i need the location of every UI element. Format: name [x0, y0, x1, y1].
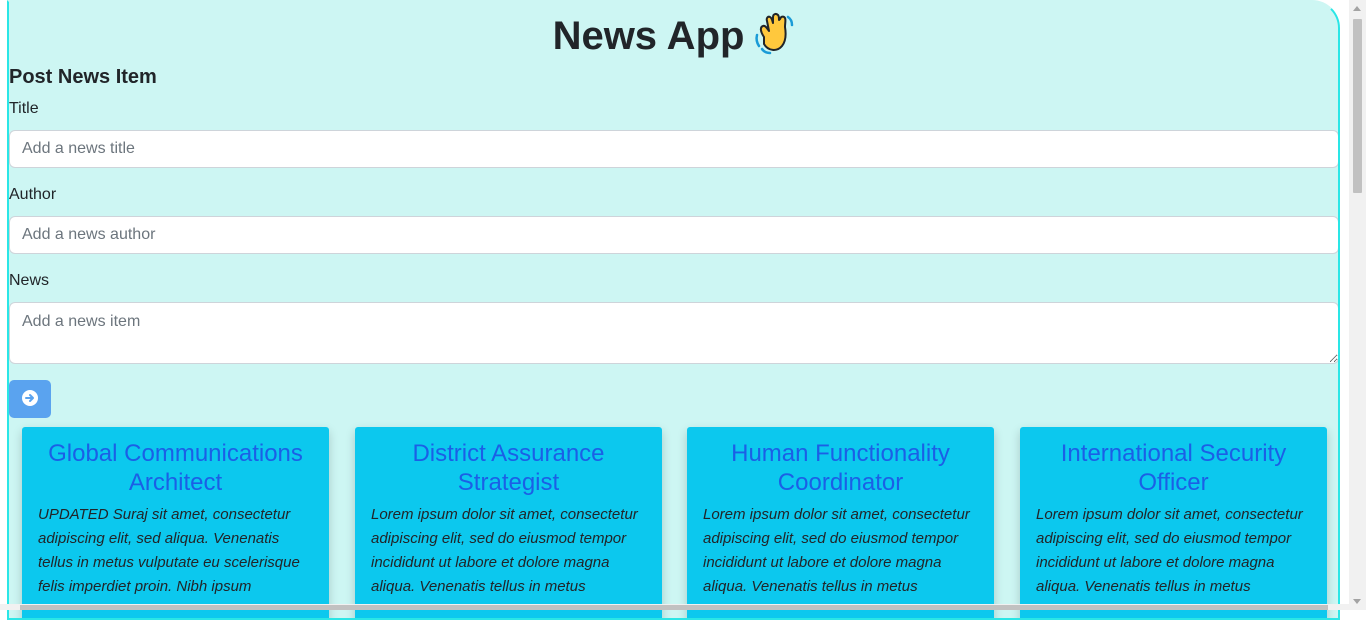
card-text: Lorem ipsum dolor sit amet, consectetur …	[1036, 506, 1303, 595]
news-card: Global Communications Architect UPDATED …	[22, 427, 329, 618]
author-label: Author	[9, 186, 57, 203]
form-heading: Post News Item	[9, 66, 157, 88]
card-text: Lorem ipsum dolor sit amet, consectetur …	[703, 506, 970, 595]
card-title: Global Communications Architect	[48, 440, 303, 496]
title-label: Title	[9, 100, 39, 117]
title-input[interactable]	[9, 130, 1338, 168]
card-title: Human Functionality Coordinator	[731, 440, 950, 496]
waving-hand-icon	[754, 11, 794, 55]
card-text: UPDATED Suraj sit amet, consectetur adip…	[38, 506, 300, 595]
news-card: District Assurance Strategist Lorem ipsu…	[355, 427, 662, 618]
horizontal-scrollbar[interactable]	[0, 604, 1349, 610]
news-cards: Global Communications Architect UPDATED …	[22, 427, 1328, 618]
arrow-circle-right-icon	[22, 389, 38, 409]
submit-button[interactable]	[9, 380, 51, 418]
scroll-down-arrow-icon[interactable]	[1353, 599, 1361, 604]
vertical-scrollbar-thumb[interactable]	[1353, 19, 1362, 193]
vertical-scrollbar[interactable]	[1349, 0, 1366, 610]
card-title: International Security Officer	[1060, 440, 1287, 496]
author-input[interactable]	[9, 216, 1338, 254]
page-title-text: News App	[552, 14, 745, 58]
news-card: International Security Officer Lorem ips…	[1020, 427, 1327, 618]
card-title: District Assurance Strategist	[412, 440, 605, 496]
news-textarea[interactable]	[9, 302, 1338, 364]
page-title: News App	[9, 10, 1338, 62]
card-text: Lorem ipsum dolor sit amet, consectetur …	[371, 506, 638, 595]
news-label: News	[9, 272, 50, 289]
scroll-up-arrow-icon[interactable]	[1353, 6, 1361, 11]
horizontal-scrollbar-thumb[interactable]	[20, 605, 1328, 610]
news-app: News App Post News Item Title Author New…	[7, 0, 1340, 620]
news-card: Human Functionality Coordinator Lorem ip…	[687, 427, 994, 618]
